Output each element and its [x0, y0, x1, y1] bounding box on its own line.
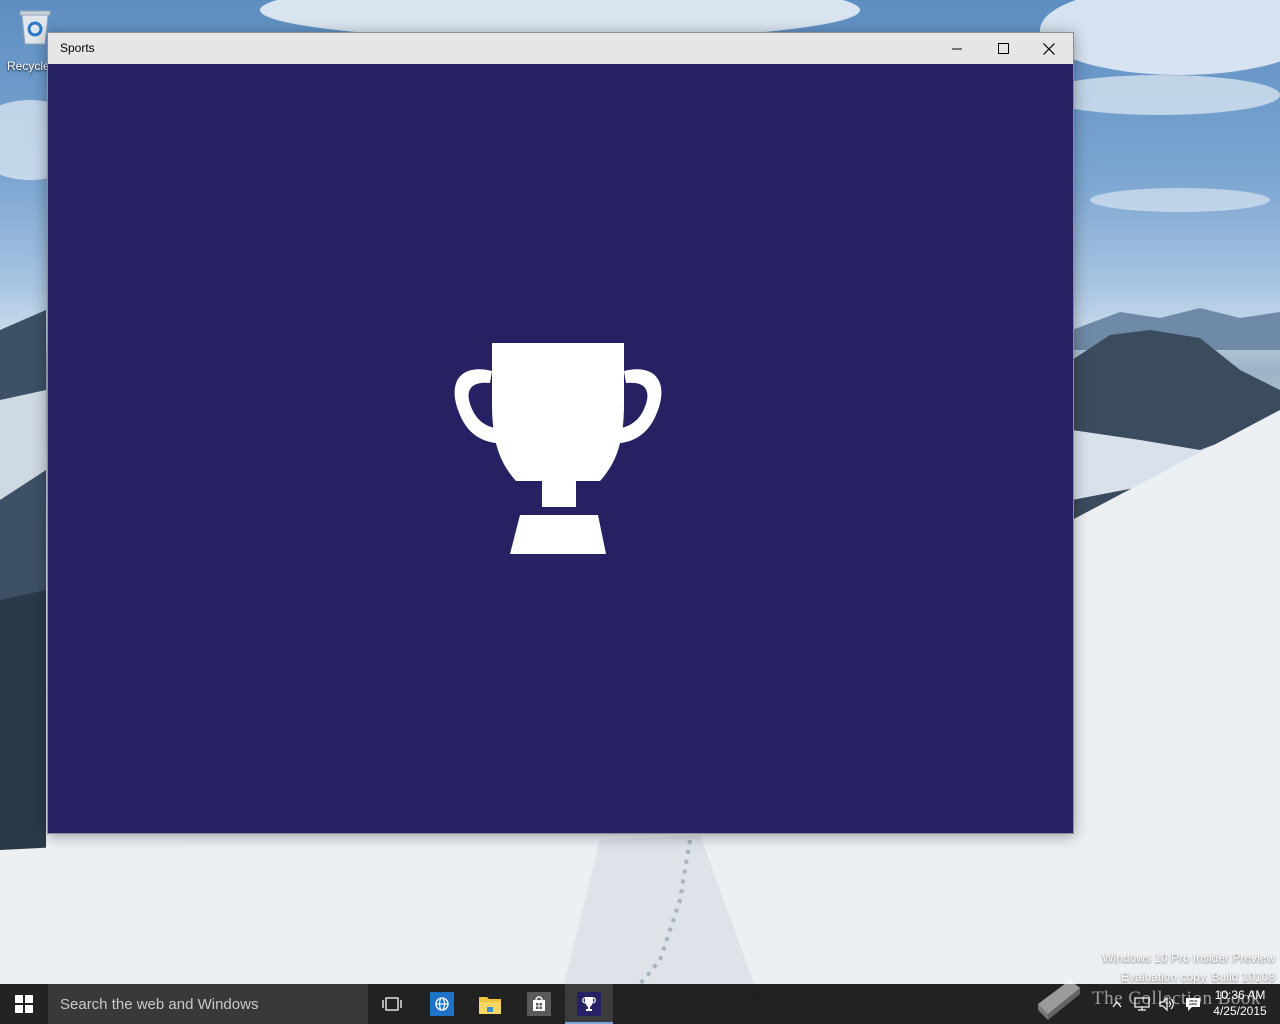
trophy-icon	[454, 343, 662, 554]
close-button[interactable]	[1026, 33, 1072, 64]
search-box[interactable]	[48, 984, 368, 1024]
store-icon	[527, 992, 551, 1016]
search-input[interactable]	[48, 984, 360, 1024]
file-explorer-icon	[479, 997, 501, 1014]
minimize-icon	[952, 48, 962, 49]
brand-text: The Collection Book	[1092, 988, 1261, 1009]
window-title: Sports	[60, 41, 95, 55]
splash-screen	[48, 64, 1073, 833]
store-button[interactable]	[515, 984, 563, 1024]
internet-explorer-button[interactable]	[418, 984, 466, 1024]
task-view-icon	[382, 997, 402, 1011]
book-logo-icon	[1038, 980, 1080, 1020]
sports-app-button[interactable]	[565, 984, 613, 1024]
title-bar[interactable]: Sports	[48, 33, 1073, 64]
internet-explorer-icon	[430, 992, 454, 1016]
watermark-edition: Windows 10 Pro Insider Preview	[1102, 951, 1275, 965]
start-button[interactable]	[0, 984, 48, 1024]
task-view-button[interactable]	[368, 984, 416, 1024]
minimize-button[interactable]	[934, 33, 980, 64]
maximize-button[interactable]	[980, 33, 1026, 64]
maximize-icon	[997, 43, 1009, 54]
windows-logo-icon	[15, 995, 33, 1013]
sports-app-icon	[577, 992, 601, 1016]
collection-book-watermark: The Collection Book	[1030, 974, 1280, 1024]
file-explorer-button[interactable]	[466, 984, 514, 1024]
sports-window[interactable]: Sports	[47, 32, 1074, 834]
close-icon	[1043, 42, 1055, 55]
